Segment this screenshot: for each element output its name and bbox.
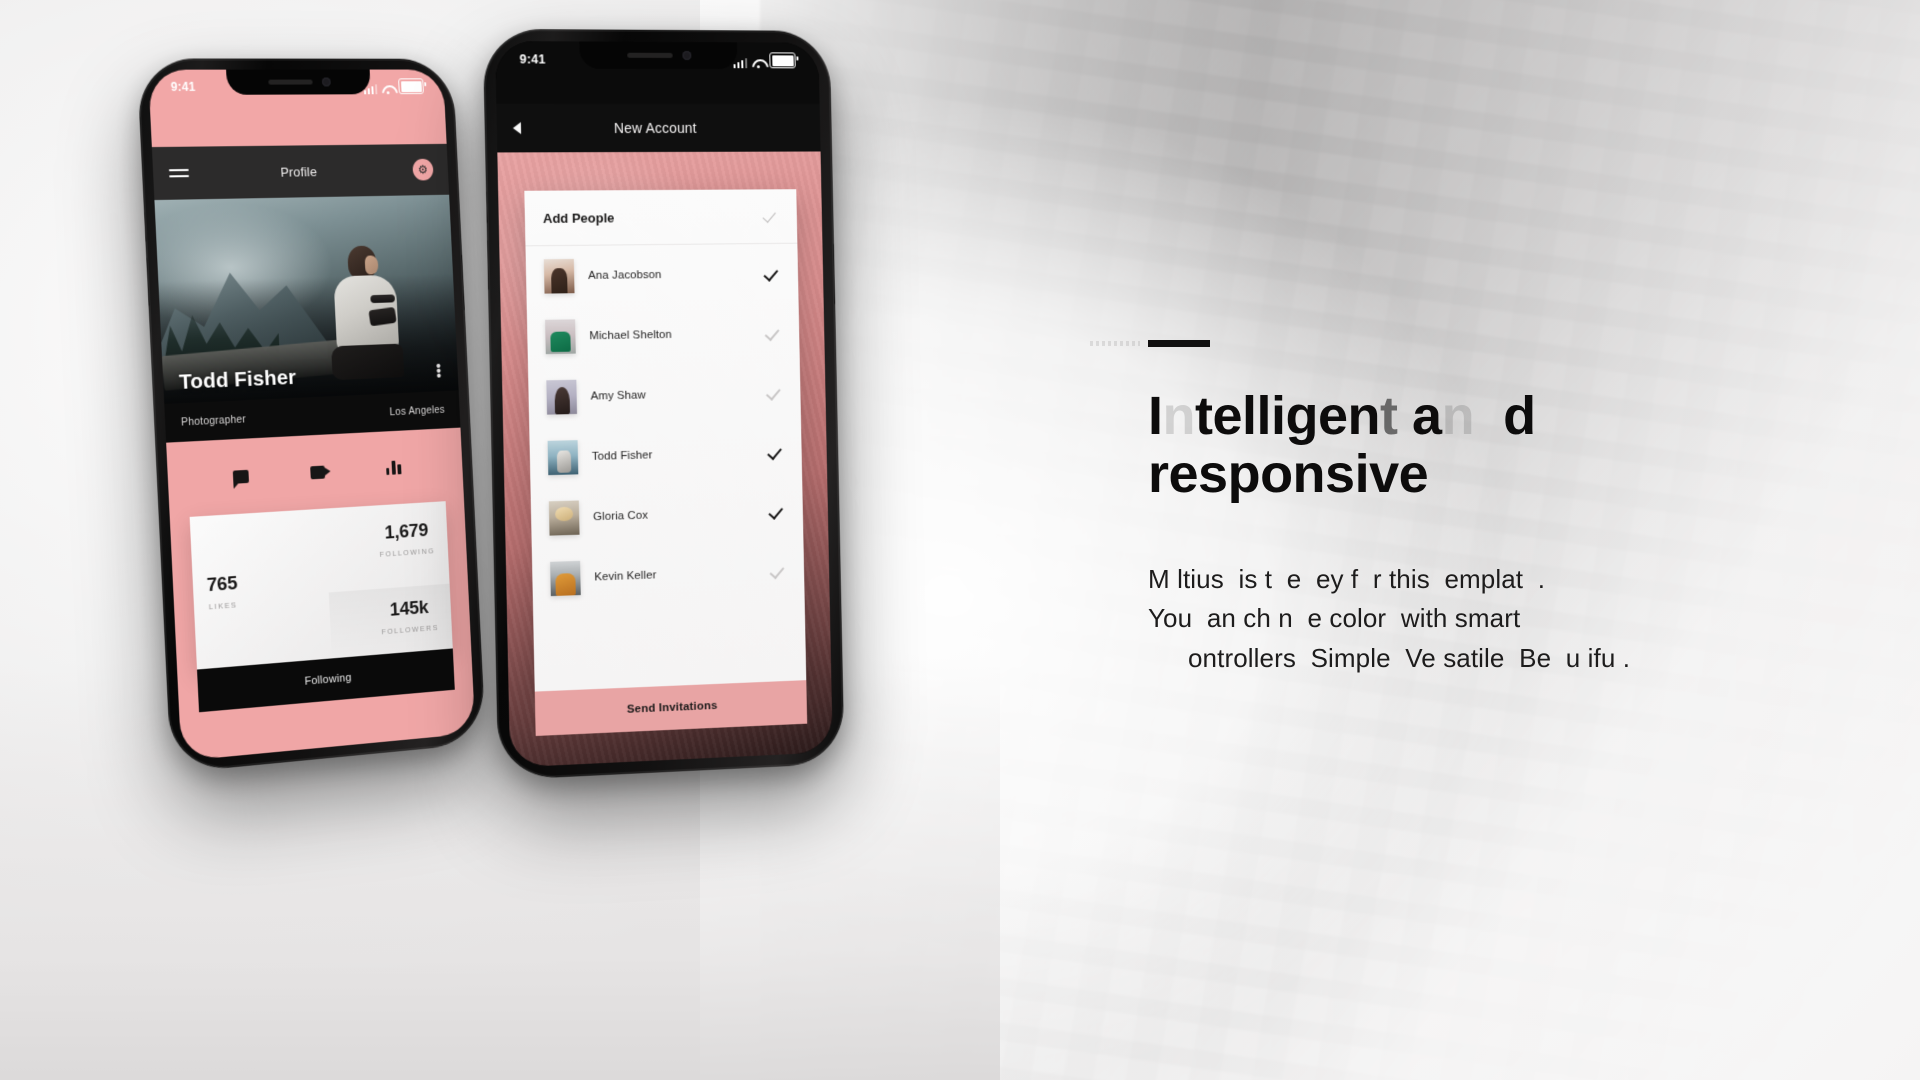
speaker-icon [626,52,673,58]
stat-label: LIKES [208,600,238,612]
headline-line-2: responsive [1148,444,1429,505]
status-time: 9:41 [519,52,546,67]
cover-trees [159,288,281,373]
avatar [545,319,576,355]
list-item[interactable]: Todd Fisher [529,422,802,489]
profile-stats-card: 1,679 FOLLOWING 765 LIKES 145k FOLLOWERS [189,501,453,670]
person-name: Ana Jacobson [588,269,662,282]
stat-likes: 765 LIKES [206,573,238,612]
hamburger-icon[interactable] [168,165,190,182]
body-line-1: M ltius is t e ey f r this emplat . [1148,563,1546,594]
profile-location: Los Angeles [389,403,446,419]
list-item[interactable]: Amy Shaw [528,363,801,429]
phone-screen-new-account: 9:41 New Account Add People Ana Jacobson… [495,41,833,768]
phone-mockup-profile: 9:41 Profile ⚙ Todd Fisher • • • Photogr… [136,58,486,774]
cover-mountain [154,239,327,366]
video-icon[interactable] [310,465,326,479]
list-item[interactable]: Gloria Cox [531,481,804,549]
status-icons [733,52,796,69]
person-name: Gloria Cox [593,509,649,524]
avatar [547,440,579,476]
app-bar: New Account [496,103,821,153]
check-icon[interactable] [765,266,781,282]
avatar [548,500,580,536]
chat-icon[interactable] [232,469,250,484]
battery-icon [769,52,796,69]
sheet-header: Add People [524,189,798,247]
check-icon[interactable] [764,208,780,224]
notch [226,69,371,95]
check-icon[interactable] [769,444,785,460]
stat-following: 1,679 FOLLOWING [378,520,435,559]
person-name: Kevin Keller [594,569,657,584]
app-bar: Profile ⚙ [151,143,450,201]
slide-canvas: 9:41 Profile ⚙ Todd Fisher • • • Photogr… [0,0,1920,1080]
gear-icon[interactable]: ⚙ [412,158,434,181]
person-name: Amy Shaw [590,389,647,403]
chart-icon[interactable] [386,460,402,476]
phone-body: 9:41 New Account Add People Ana Jacobson… [482,28,845,781]
wifi-icon [382,84,395,94]
check-icon[interactable] [766,325,782,341]
wifi-icon [752,58,765,68]
stat-value: 1,679 [384,520,429,544]
more-vertical-icon[interactable]: • • • [436,358,442,385]
body-line-3: ontrollers Simple Ve satile Be u ifu . [1188,642,1631,673]
camera-icon [681,50,691,61]
list-item[interactable]: Kevin Keller [532,541,805,610]
add-people-sheet: Add People Ana Jacobson Michael Shelton [524,189,807,692]
list-item[interactable]: Michael Shelton [527,303,800,367]
check-icon[interactable] [767,385,783,401]
copy-block: Intelligent an d responsive M ltius is t… [1090,340,1868,679]
phone-mockup-new-account: 9:41 New Account Add People Ana Jacobson… [482,28,845,781]
signal-icon [733,58,748,69]
notch [579,41,738,70]
avatar [543,258,575,294]
avatar [550,560,581,597]
phone-body: 9:41 Profile ⚙ Todd Fisher • • • Photogr… [136,58,486,774]
stat-value: 765 [206,572,238,597]
status-time: 9:41 [170,79,196,95]
avatar [546,379,578,415]
headline-line-1: Intelligent an d [1148,386,1536,446]
stat-followers: 145k FOLLOWERS [380,596,439,636]
cover-person [322,245,409,381]
check-icon[interactable] [771,563,787,579]
battery-icon [398,78,424,95]
phone-screen-profile: 9:41 Profile ⚙ Todd Fisher • • • Photogr… [148,69,476,761]
person-name: Michael Shelton [589,328,672,343]
profile-role: Photographer [180,413,247,429]
body-line-2: You an ch n e color with smart [1148,603,1521,634]
status-bar: 9:41 [495,41,819,78]
stat-label: FOLLOWING [379,546,436,559]
page-title: Profile [280,163,318,180]
profile-name: Todd Fisher [178,365,297,395]
body-paragraph: M ltius is t e ey f r this emplat . You … [1148,560,1868,679]
speaker-icon [267,79,313,85]
divider [1090,340,1210,347]
sheet-title: Add People [542,209,615,226]
page-title: New Account [613,119,697,137]
stat-value: 145k [389,597,430,621]
camera-icon [321,77,331,87]
person-name: Todd Fisher [591,449,653,463]
list-item[interactable]: Ana Jacobson [525,244,798,307]
back-arrow-icon[interactable] [512,122,522,135]
status-icons [363,78,424,95]
profile-cover-photo [154,194,459,404]
check-icon[interactable] [770,504,786,520]
page-title: Intelligent an d responsive [1148,387,1868,504]
